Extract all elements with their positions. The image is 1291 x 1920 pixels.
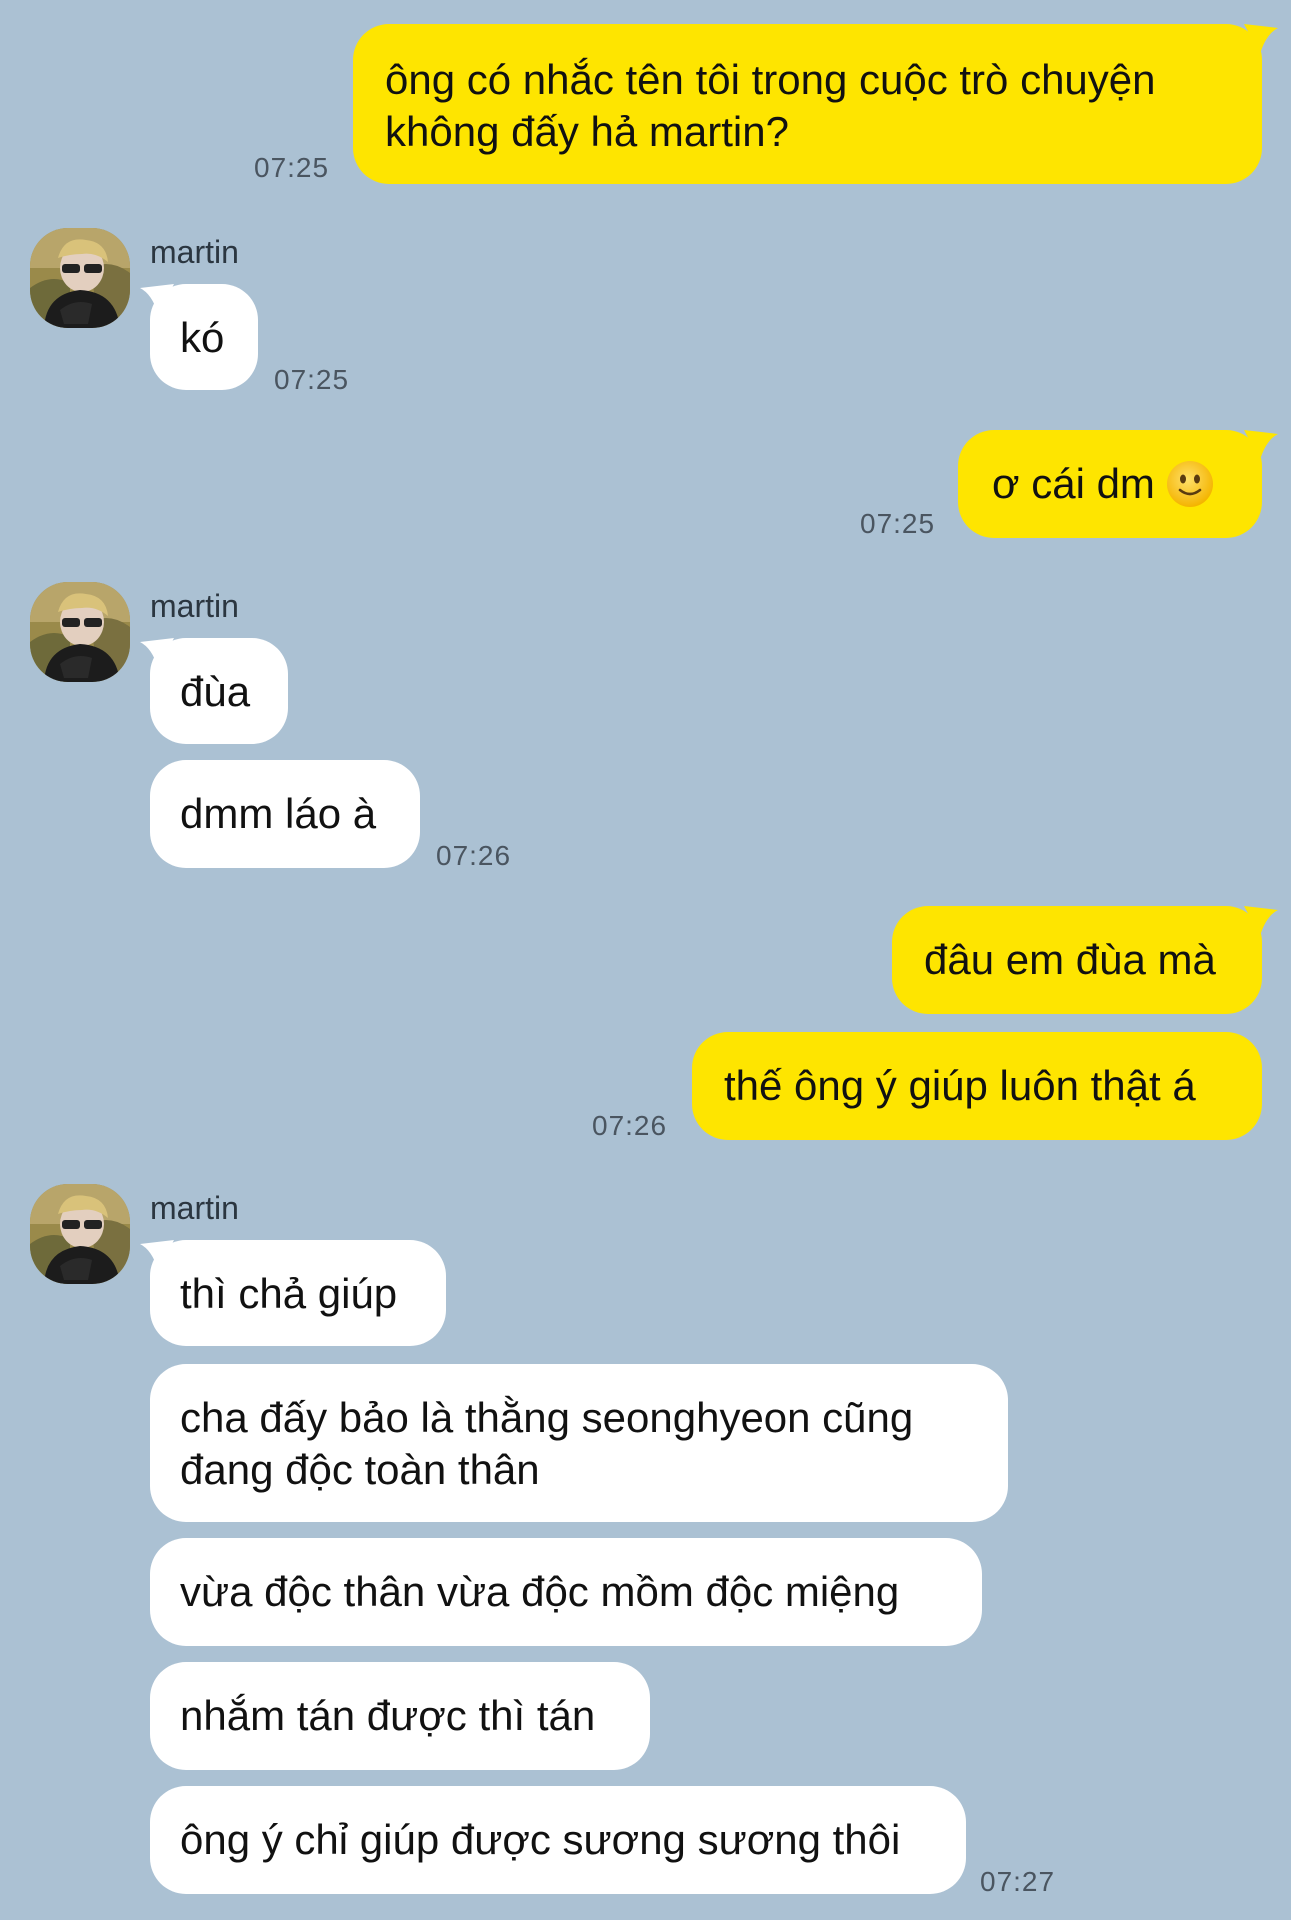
message-text: vừa độc thân vừa độc mồm độc miệng [180, 1568, 900, 1615]
message-text: cha đấy bảo là thằng seonghyeon cũng đan… [180, 1394, 914, 1493]
message-text: kó [180, 314, 225, 361]
message-text: thì chả giúp [180, 1270, 398, 1317]
message-text: ông ý chỉ giúp được sương sương thôi [180, 1816, 901, 1863]
message-text: nhắm tán được thì tán [180, 1692, 596, 1739]
message-timestamp: 07:26 [436, 840, 512, 871]
avatar[interactable] [30, 582, 130, 682]
message-timestamp: 07:25 [860, 508, 936, 539]
incoming-message-bubble[interactable]: vừa độc thân vừa độc mồm độc miệng [150, 1538, 982, 1646]
incoming-message-bubble[interactable]: thì chả giúp [150, 1240, 446, 1346]
slightly-smiling-face-icon [1166, 460, 1213, 507]
message-timestamp: 07:25 [254, 152, 330, 183]
avatar[interactable] [30, 1184, 130, 1284]
sender-name: martin [150, 1190, 239, 1226]
outgoing-message-bubble[interactable]: thế ông ý giúp luôn thật á [692, 1032, 1262, 1140]
incoming-message-bubble[interactable]: kó [150, 284, 258, 390]
outgoing-message-bubble[interactable]: đâu em đùa mà [892, 906, 1262, 1014]
incoming-message-bubble[interactable]: cha đấy bảo là thằng seonghyeon cũng đan… [150, 1364, 1008, 1522]
sender-name: martin [150, 234, 239, 270]
bubble-tail [1244, 24, 1278, 54]
message-text: thế ông ý giúp luôn thật á [724, 1062, 1196, 1109]
message-text: ơ cái dm [992, 460, 1155, 507]
message-text: ông có nhắc tên tôi trong cuộc trò chuyệ… [385, 56, 1156, 155]
incoming-message-bubble[interactable]: nhắm tán được thì tán [150, 1662, 650, 1770]
message-timestamp: 07:26 [592, 1110, 668, 1141]
avatar[interactable] [30, 228, 130, 328]
message-timestamp: 07:27 [980, 1866, 1056, 1897]
incoming-message-bubble[interactable]: ông ý chỉ giúp được sương sương thôi [150, 1786, 966, 1894]
incoming-message-bubble[interactable]: dmm láo à [150, 760, 420, 868]
message-timestamp: 07:25 [274, 364, 350, 395]
message-text: đâu em đùa mà [924, 936, 1216, 983]
sender-name: martin [150, 588, 239, 624]
incoming-message-bubble[interactable]: đùa [150, 638, 288, 744]
outgoing-message-bubble[interactable]: ông có nhắc tên tôi trong cuộc trò chuyệ… [353, 24, 1262, 184]
message-text: đùa [180, 668, 251, 715]
outgoing-message-bubble[interactable]: ơ cái dm [958, 430, 1262, 538]
bubble-tail [1244, 430, 1278, 460]
bubble-tail [1244, 906, 1278, 936]
message-text: dmm láo à [180, 790, 377, 837]
